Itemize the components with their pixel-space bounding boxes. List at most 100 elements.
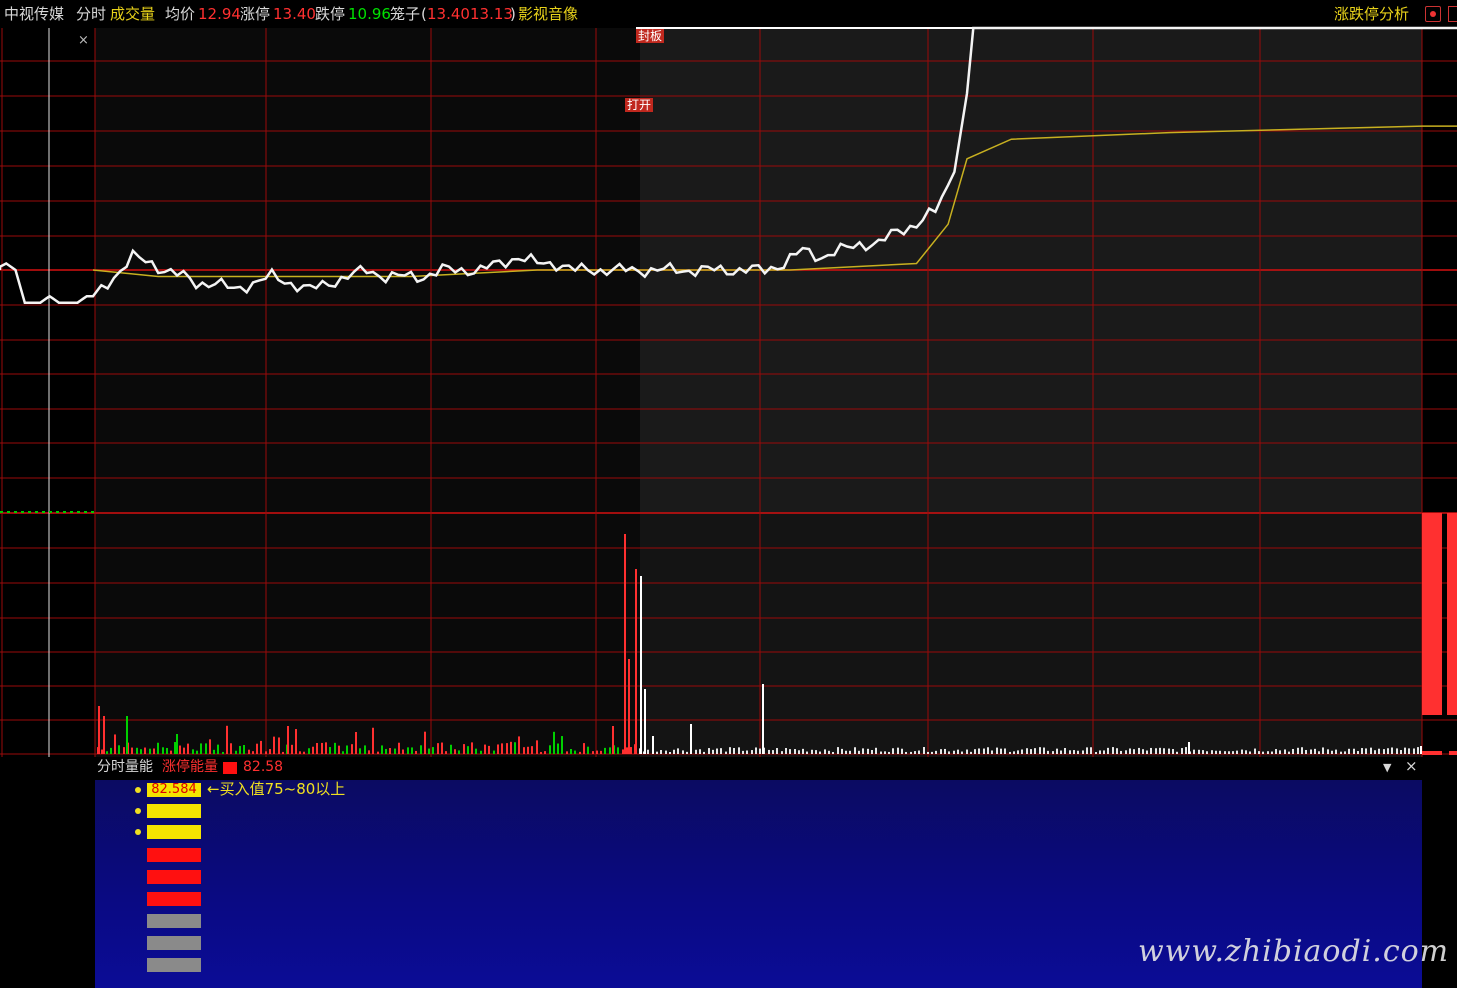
volume-bar [1258, 751, 1260, 754]
volume-bar [832, 751, 834, 754]
triangle-down-icon[interactable]: ▼ [1383, 759, 1391, 777]
indicator-series-value: 82.58 [243, 759, 284, 775]
volume-bar [712, 749, 714, 754]
volume-bar [798, 750, 800, 754]
volume-bar [1188, 742, 1190, 754]
volume-bar [467, 746, 469, 754]
volume-bar [454, 749, 456, 754]
volume-bar [1245, 750, 1247, 754]
indicator-name[interactable]: 分时量能 [97, 758, 153, 776]
volume-bar [450, 744, 452, 754]
volume-bar [230, 743, 232, 754]
volume-bar [1228, 751, 1230, 754]
volume-bar [544, 751, 546, 754]
volume-bar [669, 751, 671, 754]
volume-bar [299, 751, 301, 754]
volume-bar [762, 684, 764, 754]
volume-bar [828, 750, 830, 754]
volume-bar [781, 751, 783, 754]
volume-bar [1297, 747, 1299, 754]
volume-bar [1420, 746, 1422, 754]
volume-bar [1077, 750, 1079, 754]
volume-bar [914, 751, 916, 754]
close-icon[interactable]: × [78, 33, 89, 48]
volume-bar [720, 748, 722, 754]
volume-bar [303, 751, 305, 754]
volume-bar [1138, 747, 1140, 754]
volume-bar [1056, 748, 1058, 754]
volume-bar [226, 725, 228, 754]
volume-bar [1133, 749, 1135, 754]
volume-bar [402, 749, 404, 754]
volume-bar [1099, 750, 1101, 754]
volume-bar [1017, 750, 1019, 754]
volume-bar [381, 745, 383, 754]
volume-bar [222, 751, 224, 754]
indicator-close-icon[interactable]: × [1405, 757, 1418, 775]
volume-bar [1408, 748, 1410, 754]
level-dot [135, 808, 141, 814]
energy-bar-red [147, 848, 201, 862]
volume-bar [1331, 750, 1333, 754]
volume-bar [394, 748, 396, 754]
volume-bar [1353, 748, 1355, 754]
volume-bar [126, 716, 128, 754]
volume-bar [1322, 747, 1324, 754]
volume-bar [98, 706, 100, 754]
volume-bar [751, 750, 753, 754]
volume-bar [411, 747, 413, 754]
volume-bar [1120, 750, 1122, 754]
volume-bar [858, 750, 860, 754]
volume-bar [1112, 747, 1114, 754]
volume-bar [957, 749, 959, 754]
volume-bar [1004, 748, 1006, 754]
volume-bar [291, 744, 293, 754]
volume-bar [570, 749, 572, 754]
volume-bar [604, 747, 606, 754]
volume-bar [1172, 749, 1174, 754]
energy-bar-red [147, 870, 201, 884]
volume-bar [131, 747, 133, 754]
volume-bar [209, 739, 211, 754]
volume-bar [1103, 750, 1105, 754]
volume-bar [1241, 749, 1243, 754]
volume-bar [1047, 750, 1049, 754]
volume-bar [991, 750, 993, 754]
volume-bar [1370, 747, 1372, 754]
volume-bar [660, 750, 662, 754]
volume-bar [368, 750, 370, 754]
volume-bar [1224, 751, 1226, 754]
volume-bar [441, 742, 443, 754]
volume-bar [931, 751, 933, 754]
volume-bar [1086, 747, 1088, 754]
volume-bar [1168, 748, 1170, 754]
volume-bar [624, 534, 626, 754]
volume-bar [910, 751, 912, 754]
volume-bar [493, 750, 495, 754]
volume-bar [1232, 751, 1234, 754]
volume-bar [1082, 750, 1084, 754]
volume-bar [841, 748, 843, 754]
volume-bar [282, 751, 284, 754]
volume-bar [566, 751, 568, 754]
volume-bar [905, 751, 907, 754]
volume-bar [1262, 751, 1264, 754]
volume-bar [1206, 751, 1208, 754]
volume-bar [213, 749, 215, 754]
volume-bar [321, 742, 323, 754]
volume-bar [140, 749, 142, 754]
volume-bar [506, 743, 508, 754]
volume-bar [1000, 748, 1002, 754]
volume-bar [278, 737, 280, 754]
volume-bar [592, 751, 594, 754]
volume-bar [729, 747, 731, 754]
volume-bar [351, 744, 353, 754]
volume-bar [424, 731, 426, 754]
volume-bar [1198, 749, 1200, 754]
volume-bar [157, 742, 159, 754]
volume-bar [523, 747, 525, 754]
volume-bar [983, 748, 985, 754]
volume-bar [1219, 750, 1221, 754]
volume-bar [432, 747, 434, 754]
volume-bar [776, 748, 778, 754]
